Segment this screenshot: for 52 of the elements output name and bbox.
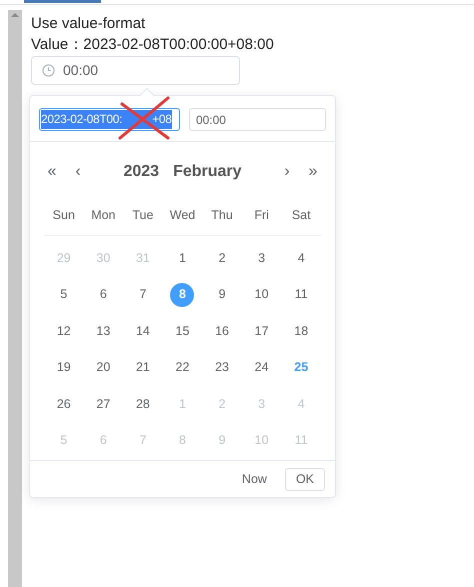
year-label[interactable]: 2023	[123, 160, 160, 184]
day-cell[interactable]: 15	[170, 319, 194, 343]
weekday-header: Sun	[52, 207, 76, 224]
date-value-end: +08	[152, 111, 172, 128]
day-cell[interactable]: 1	[170, 246, 194, 270]
date-value-start: 2023-02-08T00:	[41, 111, 122, 128]
day-cell[interactable]: 3	[250, 246, 274, 270]
day-cell[interactable]: 6	[91, 282, 116, 306]
scrollbar[interactable]	[8, 10, 22, 587]
day-cell[interactable]: 22	[170, 356, 194, 380]
day-cell[interactable]: 12	[52, 319, 76, 343]
weekday-header: Thu	[210, 207, 234, 224]
weekday-header: Mon	[90, 207, 117, 224]
next-month-button[interactable]: ›	[278, 160, 296, 184]
day-cell[interactable]: 13	[91, 319, 116, 343]
day-cell[interactable]: 23	[210, 356, 234, 380]
day-cell[interactable]: 26	[52, 392, 76, 416]
month-label[interactable]: February	[173, 160, 242, 184]
day-cell[interactable]: 19	[52, 356, 76, 380]
day-cell[interactable]: 11	[289, 282, 314, 306]
day-cell[interactable]: 21	[130, 356, 155, 380]
prev-year-button[interactable]: «	[43, 160, 61, 184]
day-cell[interactable]: 5	[52, 282, 76, 306]
day-cell[interactable]: 28	[130, 392, 155, 416]
weekday-header: Fri	[253, 207, 270, 224]
day-cell[interactable]: 24	[250, 356, 274, 380]
weekday-header: Sat	[290, 207, 312, 224]
time-field[interactable]: 00:00	[188, 108, 326, 131]
day-cell[interactable]: 17	[250, 319, 274, 343]
day-cell[interactable]: 16	[210, 319, 234, 343]
clock-icon	[42, 64, 55, 77]
day-cell[interactable]: 10	[250, 282, 274, 306]
day-cell[interactable]: 4	[289, 246, 314, 270]
day-cell[interactable]: 20	[91, 356, 116, 380]
prev-month-button[interactable]: ‹	[69, 160, 87, 184]
day-cell[interactable]: 27	[91, 392, 116, 416]
now-button[interactable]: Now	[242, 470, 267, 488]
value-text: 2023-02-08T00:00:00+08:00	[83, 35, 274, 55]
day-cell[interactable]: 18	[289, 319, 314, 343]
heading: Use value-format	[31, 14, 146, 34]
value-label: Value：	[31, 35, 84, 55]
weekday-header: Tue	[131, 207, 154, 224]
day-cell[interactable]: 9	[210, 282, 234, 306]
day-cell[interactable]: 2	[210, 246, 234, 270]
ok-button[interactable]: OK	[284, 468, 325, 490]
time-input[interactable]: 00:00	[31, 56, 240, 85]
weekday-header: Wed	[168, 207, 196, 224]
day-cell[interactable]: 7	[130, 282, 155, 306]
scroll-up-icon[interactable]	[11, 12, 19, 18]
day-cell[interactable]: 14	[130, 319, 155, 343]
date-input[interactable]: 2023-02-08T00: +08	[39, 108, 180, 131]
next-year-button[interactable]: »	[304, 160, 322, 184]
